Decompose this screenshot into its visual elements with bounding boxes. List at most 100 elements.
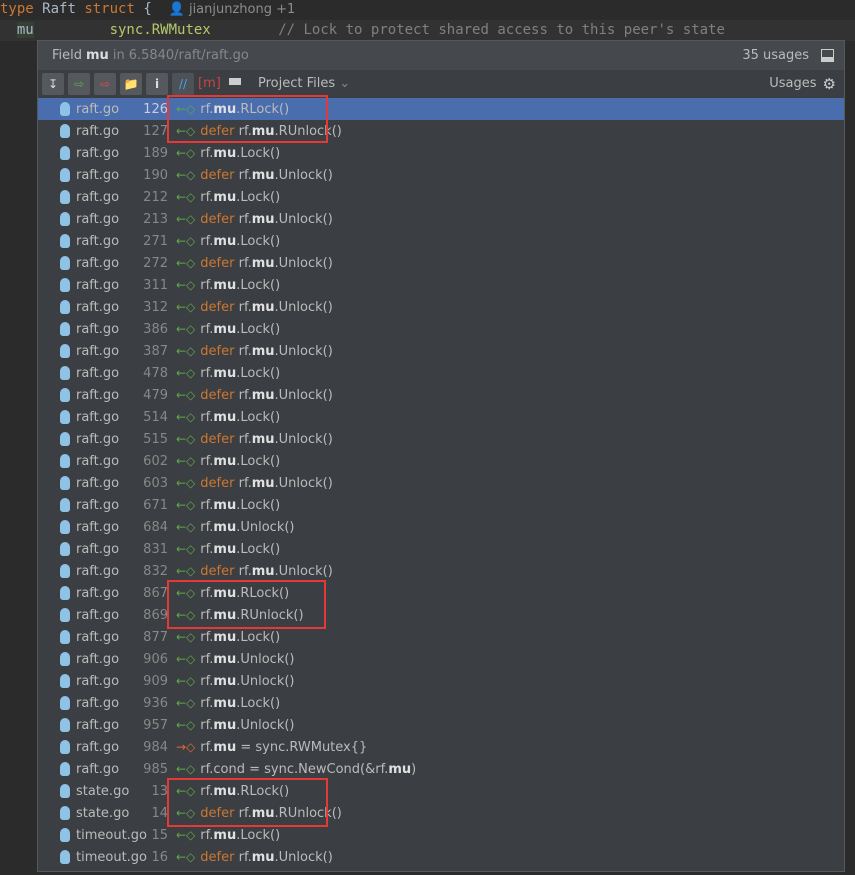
usage-row[interactable]: raft.go 126 ←◇ rf.mu.RLock() xyxy=(38,98,844,120)
read-access-icon[interactable]: ⇨ xyxy=(68,72,90,95)
usage-row[interactable]: raft.go 684 ←◇ rf.mu.Unlock() xyxy=(38,516,844,538)
usage-row[interactable]: raft.go 386 ←◇ rf.mu.Lock() xyxy=(38,318,844,340)
read-access-icon: ←◇ xyxy=(176,673,196,688)
code-line-struct: type Raft struct { 👤 jianjunzhong +1 xyxy=(0,0,855,18)
line-number: 213 xyxy=(143,211,168,227)
read-access-icon: ←◇ xyxy=(176,717,196,732)
author-hint[interactable]: 👤 jianjunzhong +1 xyxy=(169,2,296,17)
code-before: rf.cond = sync.NewCond(&rf. xyxy=(200,761,389,777)
go-file-icon xyxy=(60,278,70,292)
usage-row[interactable]: raft.go 906 ←◇ rf.mu.Unlock() xyxy=(38,648,844,670)
usage-row[interactable]: raft.go 387 ←◇ defer rf.mu.Unlock() xyxy=(38,340,844,362)
line-number: 684 xyxy=(143,519,168,535)
usage-code: ←◇ rf.mu.Lock() xyxy=(176,454,280,469)
usage-row[interactable]: raft.go 479 ←◇ defer rf.mu.Unlock() xyxy=(38,384,844,406)
code-after: .Lock() xyxy=(236,189,281,205)
usage-row[interactable]: raft.go 832 ←◇ defer rf.mu.Unlock() xyxy=(38,560,844,582)
merge-same-line-icon[interactable]: ↧ xyxy=(42,72,64,95)
usage-row[interactable]: raft.go 312 ←◇ defer rf.mu.Unlock() xyxy=(38,296,844,318)
highlight-box xyxy=(167,778,328,827)
comments-filter-icon[interactable]: // xyxy=(172,72,194,95)
usage-row[interactable]: raft.go 515 ←◇ defer rf.mu.Unlock() xyxy=(38,428,844,450)
usage-row[interactable]: raft.go 272 ←◇ defer rf.mu.Unlock() xyxy=(38,252,844,274)
usage-row[interactable]: timeout.go 16 ←◇ defer rf.mu.Unlock() xyxy=(38,846,844,868)
usage-row[interactable]: raft.go 869 ←◇ rf.mu.RUnlock() xyxy=(38,604,844,626)
file-name: raft.go xyxy=(76,673,120,689)
file-name: state.go xyxy=(76,783,130,799)
read-access-icon: ←◇ xyxy=(176,299,196,314)
usage-row[interactable]: raft.go 909 ←◇ rf.mu.Unlock() xyxy=(38,670,844,692)
code-after: .Lock() xyxy=(236,695,281,711)
group-by-directory-icon[interactable]: 📁 xyxy=(120,72,142,95)
go-file-icon xyxy=(60,102,70,116)
info-icon[interactable]: i xyxy=(146,72,168,95)
file-name: raft.go xyxy=(76,101,120,117)
usage-row[interactable]: raft.go 936 ←◇ rf.mu.Lock() xyxy=(38,692,844,714)
line-number: 515 xyxy=(143,431,168,447)
usage-row[interactable]: raft.go 984 →◇ rf.mu = sync.RWMutex{} xyxy=(38,736,844,758)
code-field: mu xyxy=(213,453,237,469)
usage-row[interactable]: raft.go 867 ←◇ rf.mu.RLock() xyxy=(38,582,844,604)
code-field: mu xyxy=(213,365,237,381)
open-in-tool-window-icon[interactable] xyxy=(821,49,834,62)
usage-row[interactable]: timeout.go 15 ←◇ rf.mu.Lock() xyxy=(38,824,844,846)
code-after: .Unlock() xyxy=(274,211,333,227)
file-name: raft.go xyxy=(76,255,120,271)
usage-code: ←◇ defer rf.mu.Unlock() xyxy=(176,476,333,491)
usage-row[interactable]: raft.go 189 ←◇ rf.mu.Lock() xyxy=(38,142,844,164)
code-line-field: mu sync.RWMutex // Lock to protect share… xyxy=(0,20,855,41)
gear-icon[interactable]: ⚙ xyxy=(823,75,836,93)
usage-row[interactable]: raft.go 514 ←◇ rf.mu.Lock() xyxy=(38,406,844,428)
line-number: 984 xyxy=(143,739,168,755)
usage-code: ←◇ rf.mu.Lock() xyxy=(176,828,280,843)
usage-code: ←◇ defer rf.mu.Unlock() xyxy=(176,168,333,183)
code-field: mu xyxy=(213,541,237,557)
defer-keyword: defer xyxy=(200,849,239,865)
usage-row[interactable]: raft.go 831 ←◇ rf.mu.Lock() xyxy=(38,538,844,560)
go-file-icon xyxy=(60,432,70,446)
usage-row[interactable]: raft.go 957 ←◇ rf.mu.Unlock() xyxy=(38,714,844,736)
code-field: mu xyxy=(213,233,237,249)
file-name: raft.go xyxy=(76,497,120,513)
line-number: 936 xyxy=(143,695,168,711)
usage-row[interactable]: raft.go 603 ←◇ defer rf.mu.Unlock() xyxy=(38,472,844,494)
read-access-icon: ←◇ xyxy=(176,167,196,182)
go-file-icon xyxy=(60,630,70,644)
code-after: .Unlock() xyxy=(274,343,333,359)
line-number: 957 xyxy=(143,717,168,733)
usage-row[interactable]: raft.go 985 ←◇ rf.cond = sync.NewCond(&rf… xyxy=(38,758,844,780)
header-in: in xyxy=(112,48,125,63)
usage-row[interactable]: raft.go 212 ←◇ rf.mu.Lock() xyxy=(38,186,844,208)
usage-row[interactable]: state.go 14 ←◇ defer rf.mu.RUnlock() xyxy=(38,802,844,824)
code-before: rf. xyxy=(238,343,252,359)
go-file-icon xyxy=(60,850,70,864)
usage-row[interactable]: raft.go 877 ←◇ rf.mu.Lock() xyxy=(38,626,844,648)
module-filter-icon[interactable]: [m] xyxy=(198,76,221,91)
scope-dropdown[interactable]: Project Files ⌄ xyxy=(258,76,350,91)
go-file-icon xyxy=(60,674,70,688)
code-field: mu xyxy=(213,717,237,733)
go-file-icon xyxy=(60,652,70,666)
write-access-icon[interactable]: ⇨ xyxy=(94,72,116,95)
usage-row[interactable]: state.go 13 ←◇ rf.mu.RLock() xyxy=(38,780,844,802)
usage-row[interactable]: raft.go 190 ←◇ defer rf.mu.Unlock() xyxy=(38,164,844,186)
code-after: .Lock() xyxy=(236,145,281,161)
line-number: 127 xyxy=(143,123,168,139)
read-access-icon: ←◇ xyxy=(176,387,196,402)
usage-row[interactable]: raft.go 311 ←◇ rf.mu.Lock() xyxy=(38,274,844,296)
preview-icon[interactable] xyxy=(224,78,246,89)
code-before: rf. xyxy=(200,629,214,645)
usage-row[interactable]: raft.go 602 ←◇ rf.mu.Lock() xyxy=(38,450,844,472)
usage-row[interactable]: raft.go 478 ←◇ rf.mu.Lock() xyxy=(38,362,844,384)
code-before: rf. xyxy=(238,849,252,865)
usage-row[interactable]: raft.go 271 ←◇ rf.mu.Lock() xyxy=(38,230,844,252)
usage-row[interactable]: raft.go 127 ←◇ defer rf.mu.RUnlock() xyxy=(38,120,844,142)
field-name[interactable]: mu xyxy=(16,22,34,38)
usage-row[interactable]: raft.go 671 ←◇ rf.mu.Lock() xyxy=(38,494,844,516)
read-access-icon: ←◇ xyxy=(176,453,196,468)
usage-code: ←◇ rf.mu.Unlock() xyxy=(176,652,295,667)
usage-row[interactable]: raft.go 213 ←◇ defer rf.mu.Unlock() xyxy=(38,208,844,230)
code-after: .Unlock() xyxy=(274,563,333,579)
go-file-icon xyxy=(60,234,70,248)
usage-code: ←◇ defer rf.mu.Unlock() xyxy=(176,388,333,403)
